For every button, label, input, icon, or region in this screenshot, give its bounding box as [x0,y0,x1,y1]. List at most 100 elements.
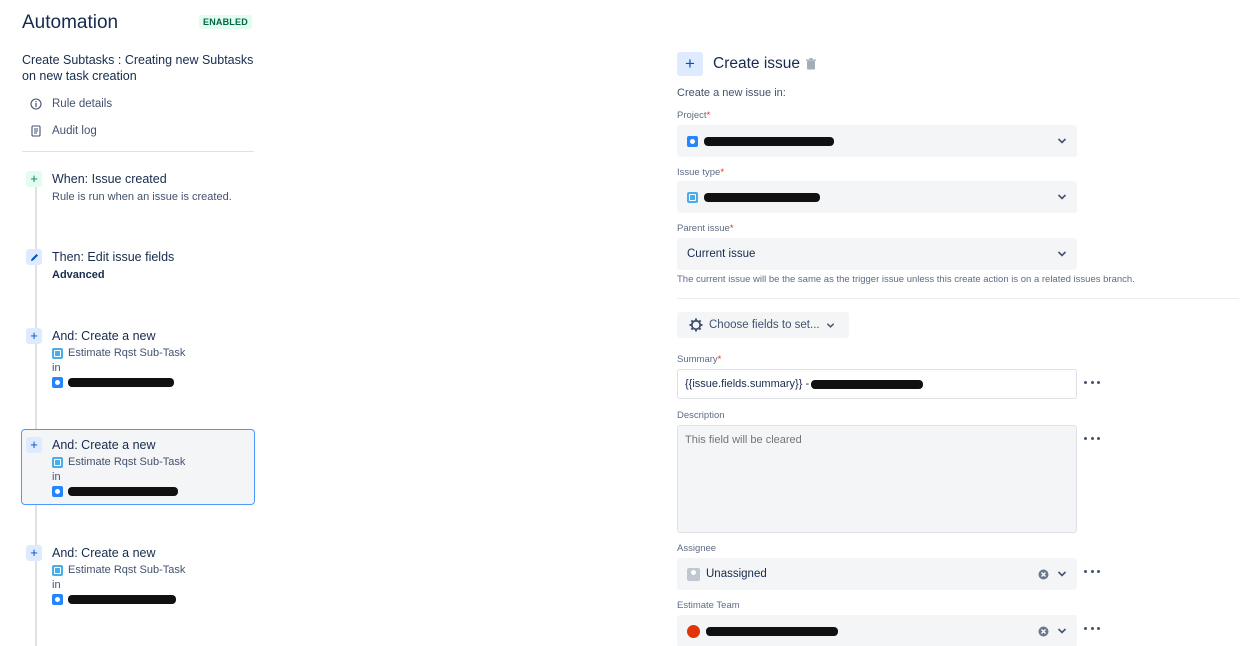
audit-log-link[interactable]: Audit log [30,122,97,140]
chevron-down-icon [1057,138,1067,144]
divider [677,298,1239,299]
subtask-icon [52,347,63,359]
choose-fields-label: Choose fields to set... [709,319,820,331]
redacted-text [811,379,924,389]
chevron-down-icon [1057,571,1067,577]
description-more-button[interactable] [1084,433,1100,443]
step-issue-type: Estimate Rqst Sub-Task [52,456,185,468]
step-create-issue-1[interactable]: + And: Create a new Estimate Rqst Sub-Ta… [22,328,254,394]
issue-type-label: Estimate Rqst Sub-Task [68,347,186,359]
summary-label-text: Summary [677,354,718,365]
assignee-label: Assignee [677,543,717,554]
pencil-icon [26,249,42,265]
redacted-text [68,595,176,604]
step-subtitle: Rule is run when an issue is created. [52,191,232,203]
issue-type-label: Estimate Rqst Sub-Task [68,564,186,576]
step-edit-issue-fields[interactable]: Then: Edit issue fields Advanced [22,249,254,289]
step-create-issue-2[interactable]: + And: Create a new Estimate Rqst Sub-Ta… [22,437,254,503]
step-in-label: in [52,579,61,591]
required-mark: * [706,110,711,121]
trash-icon[interactable] [806,58,818,71]
step-title: And: Create a new [52,329,156,343]
step-project [52,594,176,605]
parent-issue-select[interactable]: Current issue [677,238,1077,270]
clear-icon[interactable] [1038,569,1049,580]
gear-icon [689,318,703,332]
step-issue-type: Estimate Rqst Sub-Task [52,347,185,359]
summary-label: Summary* [677,354,721,365]
summary-field[interactable]: {{issue.fields.summary}} - [677,369,1077,399]
plus-icon: + [26,545,42,561]
issue-type-label-text: Issue type [677,167,721,178]
plus-icon: + [26,328,42,344]
step-title: When: Issue created [52,172,167,186]
chevron-down-icon [826,322,834,328]
chevron-down-icon [1057,628,1067,634]
audit-log-label: Audit log [52,125,97,137]
document-icon [30,125,42,137]
estimate-team-select[interactable] [677,615,1077,646]
issue-type-label: Estimate Rqst Sub-Task [68,456,186,468]
step-detail: Advanced [52,269,105,281]
parent-issue-helper: The current issue will be the same as th… [677,274,1135,285]
estimate-team-more-button[interactable] [1084,623,1100,633]
add-action-button[interactable]: + [677,52,703,76]
team-icon [687,624,700,638]
description-field[interactable] [677,425,1077,533]
panel-intro: Create a new issue in: [677,87,786,99]
issue-type-label: Issue type* [677,167,724,178]
description-label: Description [677,410,725,421]
panel-title: Create issue [713,55,801,72]
divider [22,151,254,152]
project-icon [52,486,63,497]
subtask-icon [52,564,63,576]
redacted-text [68,378,174,387]
project-select[interactable] [677,125,1077,157]
chevron-down-icon [1057,251,1067,257]
summary-more-button[interactable] [1084,377,1100,387]
step-project [52,377,174,388]
step-in-label: in [52,362,61,374]
redacted-text [706,626,838,636]
parent-issue-value: Current issue [687,248,756,260]
step-create-issue-3[interactable]: + And: Create a new Estimate Rqst Sub-Ta… [22,545,254,611]
step-trigger[interactable]: + When: Issue created Rule is run when a… [22,171,254,211]
step-title: And: Create a new [52,438,156,452]
subtask-icon [687,191,698,203]
avatar [687,567,700,581]
parent-issue-label: Parent issue* [677,223,734,234]
rule-details-label: Rule details [52,98,113,110]
required-mark: * [729,223,734,234]
step-project [52,486,178,497]
plus-icon: + [26,437,42,453]
project-label: Project* [677,110,710,121]
required-mark: * [720,167,725,178]
status-badge: ENABLED [199,15,252,29]
rule-details-link[interactable]: Rule details [30,95,112,113]
assignee-value: Unassigned [706,568,767,580]
chevron-down-icon [1057,194,1067,200]
step-title: Then: Edit issue fields [52,250,175,264]
redacted-text [68,487,178,496]
plus-icon: + [26,171,42,187]
project-label-text: Project [677,110,707,121]
assignee-more-button[interactable] [1084,566,1100,576]
step-in-label: in [52,471,61,483]
clear-icon[interactable] [1038,626,1049,637]
estimate-team-label: Estimate Team [677,600,740,611]
subtask-icon [52,456,63,468]
page-title: Automation [22,12,119,33]
redacted-text [704,192,820,202]
assignee-select[interactable]: Unassigned [677,558,1077,590]
required-mark: * [717,354,722,365]
step-issue-type: Estimate Rqst Sub-Task [52,564,185,576]
summary-value: {{issue.fields.summary}} - [685,378,810,390]
parent-issue-label-text: Parent issue [677,223,730,234]
issue-type-select[interactable] [677,181,1077,213]
project-icon [52,594,63,605]
rule-name: Create Subtasks : Creating new Subtasks … [22,53,254,83]
redacted-text [704,136,834,146]
choose-fields-button[interactable]: Choose fields to set... [677,312,849,338]
step-title: And: Create a new [52,546,156,560]
project-icon [52,377,63,388]
